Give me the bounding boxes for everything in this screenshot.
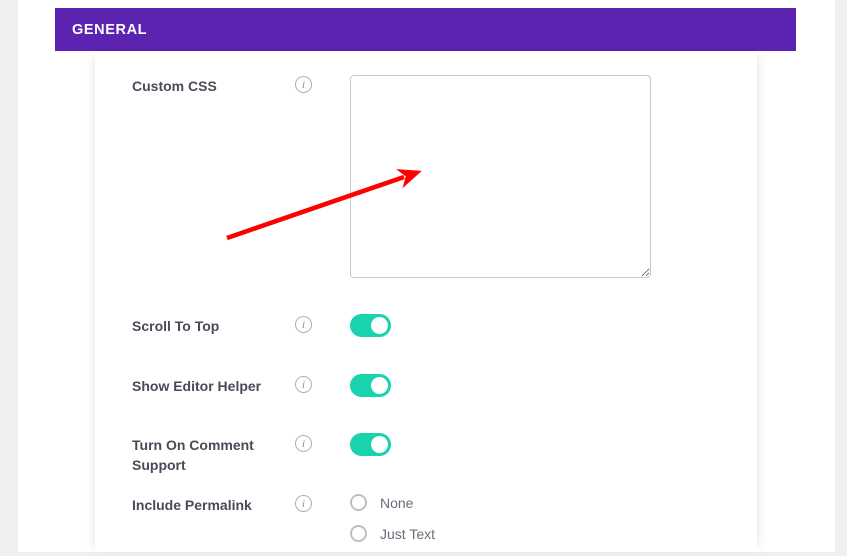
toggle-knob <box>371 317 388 334</box>
radio-mark <box>350 494 367 511</box>
turn-on-comment-support-label: Turn On Comment Support <box>132 437 254 473</box>
info-icon[interactable]: i <box>295 376 312 393</box>
field-row-show-editor-helper: Show Editor Helper i <box>95 374 757 397</box>
section-title: GENERAL <box>72 21 148 38</box>
field-row-include-permalink: Include Permalink i None Just Text <box>95 494 757 556</box>
info-icon[interactable]: i <box>295 495 312 512</box>
field-row-turn-on-comment-support: Turn On Comment Support i <box>95 433 757 475</box>
settings-panel: Custom CSS i Scroll To Top i Show Editor… <box>95 51 757 552</box>
turn-on-comment-support-toggle[interactable] <box>350 433 391 456</box>
radio-option-none[interactable]: None <box>350 494 435 511</box>
scroll-to-top-toggle[interactable] <box>350 314 391 337</box>
info-icon[interactable]: i <box>295 76 312 93</box>
show-editor-helper-toggle[interactable] <box>350 374 391 397</box>
turn-on-comment-support-control <box>350 433 391 456</box>
include-permalink-label: Include Permalink <box>132 497 252 513</box>
toggle-knob <box>371 436 388 453</box>
right-gutter <box>835 0 847 552</box>
scroll-to-top-label: Scroll To Top <box>132 318 220 334</box>
radio-label: Just Text <box>380 525 435 542</box>
toggle-knob <box>371 377 388 394</box>
radio-label: None <box>380 494 414 511</box>
section-header-general: GENERAL <box>55 8 796 51</box>
show-editor-helper-control <box>350 374 391 397</box>
radio-mark <box>350 525 367 542</box>
show-editor-helper-label: Show Editor Helper <box>132 378 262 394</box>
field-row-custom-css: Custom CSS i <box>95 75 757 278</box>
info-icon[interactable]: i <box>295 435 312 452</box>
custom-css-control <box>350 75 651 278</box>
custom-css-label: Custom CSS <box>132 78 217 94</box>
field-row-scroll-to-top: Scroll To Top i <box>95 314 757 337</box>
include-permalink-control: None Just Text <box>350 494 435 556</box>
custom-css-textarea[interactable] <box>350 75 651 278</box>
radio-option-just-text[interactable]: Just Text <box>350 525 435 542</box>
info-icon[interactable]: i <box>295 316 312 333</box>
scroll-to-top-control <box>350 314 391 337</box>
